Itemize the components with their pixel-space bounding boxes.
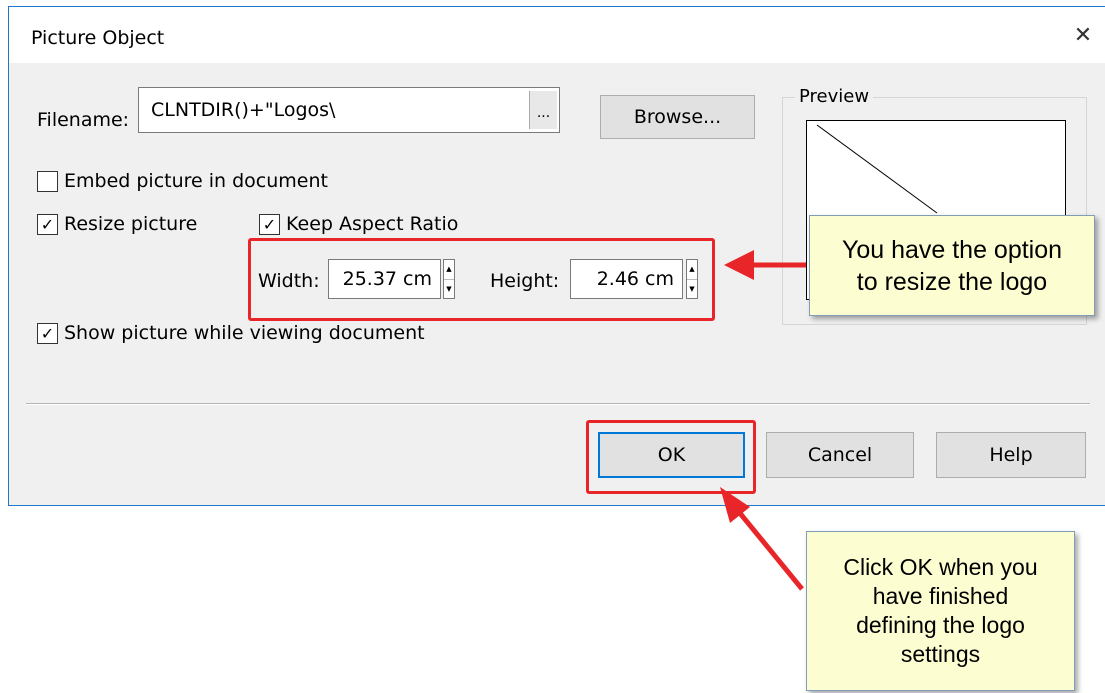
help-button[interactable]: Help	[936, 432, 1086, 478]
separator	[26, 403, 1090, 405]
check-icon: ✓	[40, 214, 55, 234]
ok-callout-line: settings	[900, 641, 981, 667]
ok-callout: Click OK when you have finished defining…	[806, 531, 1075, 691]
resize-callout-line: to resize the logo	[856, 267, 1048, 296]
help-button-label: Help	[989, 444, 1033, 466]
embed-checkbox-label: Embed picture in document	[64, 170, 328, 192]
height-spinner[interactable]: ▲ ▼	[686, 259, 698, 299]
resize-callout: You have the option to resize the logo	[809, 215, 1095, 316]
close-icon: ✕	[1073, 22, 1093, 48]
ellipsis-button[interactable]: ...	[529, 91, 557, 129]
width-spinner[interactable]: ▲ ▼	[443, 259, 455, 299]
spin-up-icon[interactable]: ▲	[444, 260, 454, 280]
aspect-checkbox-label: Keep Aspect Ratio	[286, 213, 459, 235]
cancel-button[interactable]: Cancel	[766, 432, 914, 478]
browse-button-label: Browse...	[633, 106, 722, 128]
check-icon: ✓	[40, 323, 55, 343]
spin-down-icon[interactable]: ▼	[444, 280, 454, 299]
close-button[interactable]: ✕	[1061, 15, 1105, 55]
ok-button-label: OK	[657, 444, 686, 466]
check-icon: ✓	[262, 214, 277, 234]
preview-label: Preview	[795, 86, 874, 107]
ok-callout-line: Click OK when you	[843, 554, 1038, 580]
resize-checkbox-box: ✓	[37, 213, 58, 235]
show-picture-checkbox[interactable]: ✓ Show picture while viewing document	[37, 322, 425, 344]
filename-input[interactable]	[138, 87, 560, 133]
ellipsis-icon: ...	[536, 105, 551, 121]
resize-checkbox-label: Resize picture	[64, 213, 198, 235]
resize-callout-line: You have the option	[841, 235, 1063, 264]
keep-aspect-ratio-checkbox[interactable]: ✓ Keep Aspect Ratio	[259, 213, 458, 235]
ok-callout-line: have finished	[872, 583, 1009, 609]
height-input[interactable]	[570, 259, 683, 299]
title-bar: Picture Object ✕	[9, 7, 1105, 63]
embed-checkbox-box	[37, 170, 58, 192]
embed-picture-checkbox[interactable]: Embed picture in document	[37, 170, 328, 192]
resize-picture-checkbox[interactable]: ✓ Resize picture	[37, 213, 197, 235]
filename-label: Filename:	[37, 109, 130, 131]
width-label: Width:	[258, 270, 320, 292]
show-checkbox-label: Show picture while viewing document	[64, 322, 425, 344]
browse-button[interactable]: Browse...	[600, 95, 755, 139]
spin-down-icon[interactable]: ▼	[687, 280, 697, 299]
aspect-checkbox-box: ✓	[259, 213, 280, 235]
show-checkbox-box: ✓	[37, 322, 58, 344]
dialog-title: Picture Object	[31, 27, 165, 49]
spin-up-icon[interactable]: ▲	[687, 260, 697, 280]
ok-callout-line: defining the logo	[856, 612, 1025, 638]
height-label: Height:	[490, 270, 560, 292]
cancel-button-label: Cancel	[807, 444, 873, 466]
ok-button[interactable]: OK	[598, 432, 745, 478]
width-input[interactable]	[328, 259, 441, 299]
